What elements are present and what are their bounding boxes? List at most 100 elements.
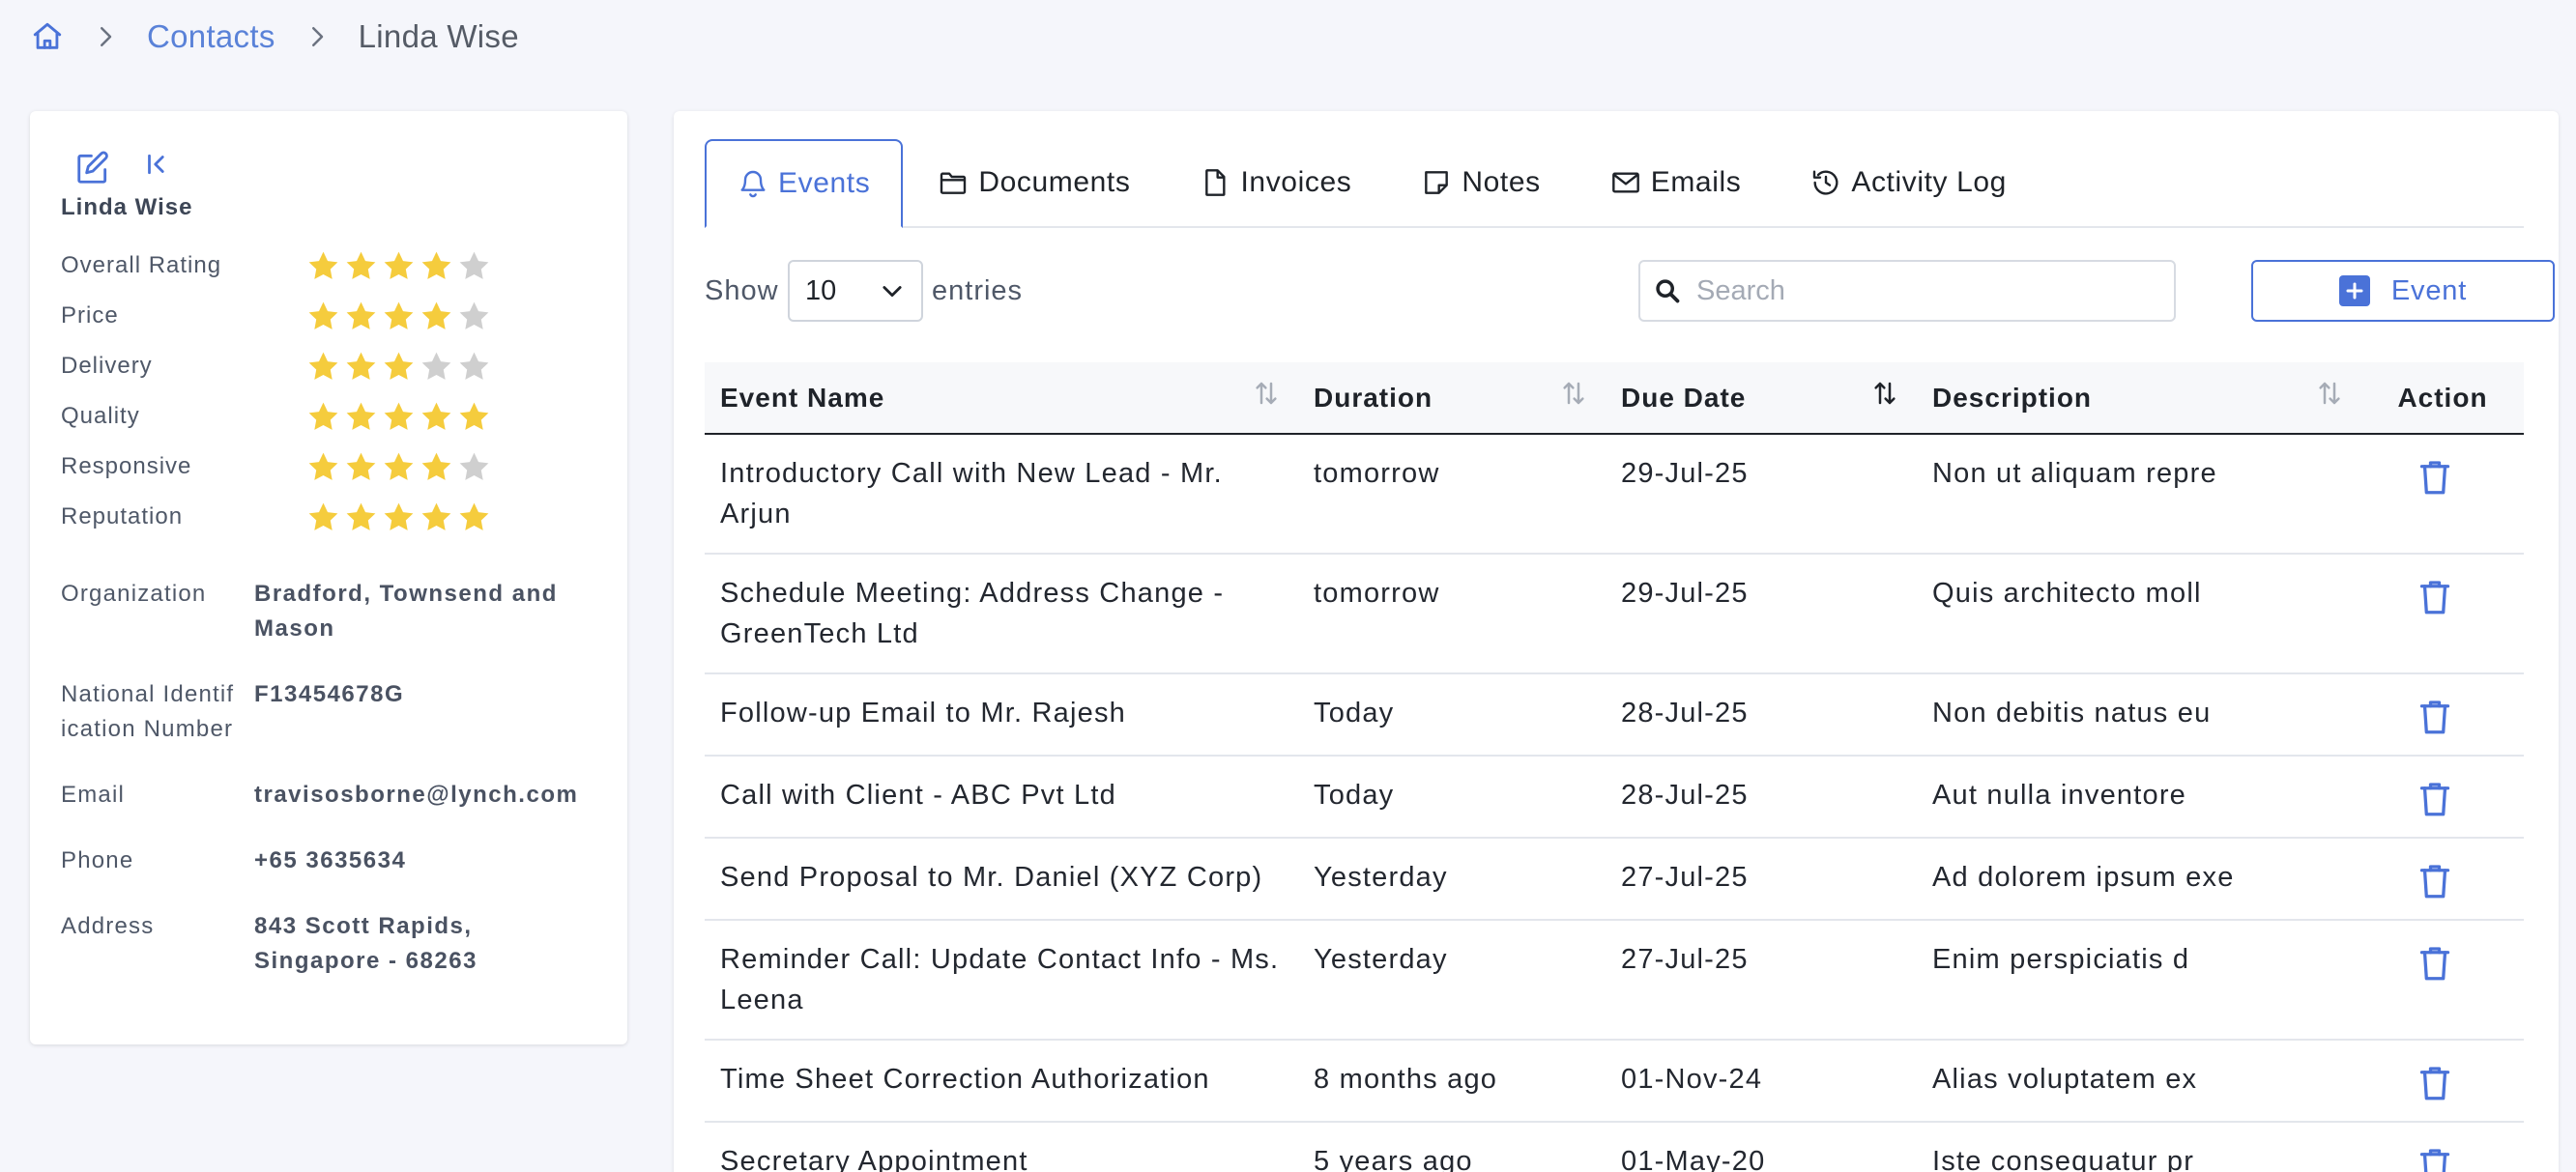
table-cell: 29-Jul-25	[1621, 458, 1749, 489]
events-table: Event Name Duration Due Date Description Act…	[705, 362, 2524, 1172]
table-row: Time Sheet Correction Authorization 8 mon…	[705, 1041, 2524, 1123]
table-cell: tomorrow	[1314, 458, 1440, 489]
action-cell	[2361, 757, 2524, 837]
collapse-left-icon[interactable]	[142, 150, 179, 186]
star-rating	[306, 400, 491, 434]
rating-label: Overall Rating	[61, 252, 222, 278]
contact-details: Organization Bradford, Townsend and Mason…	[61, 577, 602, 1010]
delete-icon[interactable]	[2417, 1064, 2452, 1102]
table-cell: Non debitis natus eu	[1932, 698, 2212, 729]
rating-label: Quality	[61, 403, 140, 429]
table-row: Call with Client - ABC Pvt Ltd Today 28-Ju…	[705, 757, 2524, 839]
tab-notes[interactable]: Notes	[1386, 139, 1575, 226]
table-cell: Yesterday	[1314, 944, 1448, 975]
star-filled-icon	[344, 450, 378, 484]
table-cell: Reminder Call: Update Contact Info - Ms.…	[720, 944, 1280, 1015]
rating-row: Price	[61, 291, 602, 341]
tab-events[interactable]: Events	[705, 139, 904, 228]
sort-icon[interactable]	[2315, 379, 2344, 408]
star-filled-icon	[382, 450, 416, 484]
action-cell	[2361, 435, 2524, 553]
table-row: Secretary Appointment 5 years ago 01-May-2…	[705, 1123, 2524, 1172]
add-event-label: Event	[2390, 274, 2468, 306]
delete-icon[interactable]	[2417, 862, 2452, 900]
rating-row: Responsive	[61, 442, 602, 492]
tab-documents[interactable]: Documents	[903, 139, 1165, 226]
star-rating	[306, 450, 491, 484]
table-header: Event Name Duration Due Date Description Act…	[705, 362, 2524, 435]
column-header-label: Duration	[1314, 383, 1433, 413]
search-icon	[1654, 277, 1681, 304]
search-input[interactable]	[1696, 274, 2151, 307]
note-icon	[1421, 167, 1452, 198]
star-empty-icon	[420, 350, 453, 384]
star-filled-icon	[382, 500, 416, 534]
tab-label: Invoices	[1240, 166, 1352, 198]
column-header-label: Due Date	[1621, 383, 1747, 413]
table-row: Schedule Meeting: Address Change - Green…	[705, 555, 2524, 674]
table-cell: Time Sheet Correction Authorization	[720, 1064, 1210, 1095]
page-size-select[interactable]: 10	[788, 260, 923, 322]
file-icon	[1200, 167, 1230, 198]
table-cell: 28-Jul-25	[1621, 780, 1749, 811]
star-filled-icon	[420, 450, 453, 484]
table-cell: tomorrow	[1314, 578, 1440, 609]
column-header-action: Action	[2361, 361, 2524, 434]
star-empty-icon	[457, 249, 491, 283]
detail-row: Organization Bradford, Townsend and Mason	[61, 577, 602, 646]
edit-icon[interactable]	[74, 150, 111, 186]
ratings-list: Overall Rating Price Delivery Quality Respon…	[61, 241, 602, 542]
detail-row: National Identification Number F13454678G	[61, 677, 602, 747]
tab-label: Notes	[1462, 166, 1541, 198]
page-size-value: 10	[805, 274, 837, 306]
tab-invoices[interactable]: Invoices	[1165, 139, 1386, 226]
history-icon	[1810, 167, 1841, 198]
chevron-right-icon	[303, 22, 332, 51]
entries-label: entries	[932, 275, 1024, 306]
folder-icon	[938, 167, 969, 198]
delete-icon[interactable]	[2417, 698, 2452, 736]
table-cell: Yesterday	[1314, 862, 1448, 893]
delete-icon[interactable]	[2417, 780, 2452, 818]
rating-row: Reputation	[61, 492, 602, 542]
star-filled-icon	[457, 500, 491, 534]
action-cell	[2361, 921, 2524, 1039]
search-box[interactable]	[1638, 260, 2176, 322]
home-icon[interactable]	[31, 20, 64, 53]
table-row: Introductory Call with New Lead - Mr. Ar…	[705, 435, 2524, 555]
star-filled-icon	[382, 300, 416, 333]
add-event-button[interactable]: Event	[2251, 260, 2555, 322]
table-row: Send Proposal to Mr. Daniel (XYZ Corp) Ye…	[705, 839, 2524, 921]
chevron-down-icon	[879, 277, 906, 304]
breadcrumb-contacts-link[interactable]: Contacts	[147, 18, 275, 55]
table-body: Introductory Call with New Lead - Mr. Ar…	[705, 435, 2524, 1172]
table-cell: Enim perspiciatis d	[1932, 944, 2190, 975]
column-header-description[interactable]: Description	[1917, 361, 2361, 434]
table-row: Reminder Call: Update Contact Info - Ms.…	[705, 921, 2524, 1041]
sort-icon[interactable]	[1559, 379, 1588, 408]
column-header-duration[interactable]: Duration	[1298, 361, 1606, 434]
delete-icon[interactable]	[2417, 1146, 2452, 1172]
delete-icon[interactable]	[2417, 458, 2452, 497]
detail-value: travisosborne@lynch.com	[254, 782, 579, 808]
rating-row: Delivery	[61, 341, 602, 391]
table-cell: 01-May-20	[1621, 1146, 1766, 1172]
table-cell: Quis architecto moll	[1932, 578, 2202, 609]
star-filled-icon	[306, 400, 340, 434]
detail-label: National Identification Number	[61, 681, 235, 742]
tab-emails[interactable]: Emails	[1576, 139, 1777, 226]
rating-label: Responsive	[61, 453, 192, 479]
column-header-event-name[interactable]: Event Name	[705, 361, 1298, 434]
delete-icon[interactable]	[2417, 944, 2452, 983]
star-rating	[306, 350, 491, 384]
table-cell: 8 months ago	[1314, 1064, 1498, 1095]
breadcrumb-current: Linda Wise	[358, 18, 519, 54]
column-header-due-date[interactable]: Due Date	[1606, 361, 1917, 434]
sort-icon[interactable]	[1252, 379, 1281, 408]
delete-icon[interactable]	[2417, 578, 2452, 616]
breadcrumb: Contacts Linda Wise	[31, 14, 519, 60]
tab-activity-log[interactable]: Activity Log	[1776, 139, 2041, 226]
sort-icon[interactable]	[1870, 379, 1899, 408]
detail-row: Email travisosborne@lynch.com	[61, 778, 602, 813]
star-filled-icon	[420, 400, 453, 434]
